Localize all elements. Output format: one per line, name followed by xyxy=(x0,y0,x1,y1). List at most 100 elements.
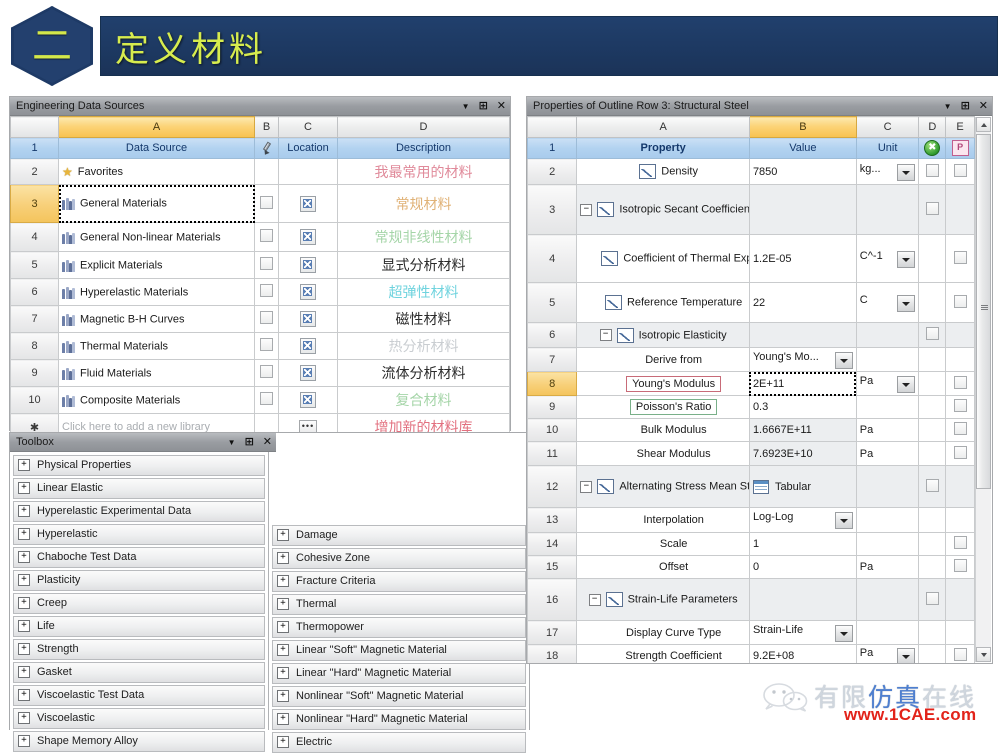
toolbox-item[interactable]: + Shape Memory Alloy xyxy=(13,731,265,752)
expand-plus-icon[interactable]: + xyxy=(277,667,289,680)
value-cell[interactable]: 0.3 xyxy=(748,395,857,419)
data-source-checkbox-cell[interactable] xyxy=(254,184,279,223)
column-header-corner[interactable] xyxy=(527,116,578,138)
pin-icon[interactable]: ⊞ xyxy=(961,97,970,115)
expand-plus-icon[interactable]: + xyxy=(18,482,30,495)
unit-cell[interactable] xyxy=(855,395,920,419)
property-cell[interactable]: − Strain-Life Parameters xyxy=(576,578,750,621)
parameter-cell[interactable] xyxy=(945,465,975,508)
property-cell[interactable]: Shear Modulus xyxy=(576,441,750,466)
expand-plus-icon[interactable]: + xyxy=(277,713,289,726)
excel-cell[interactable] xyxy=(918,347,947,372)
header-property[interactable]: Property xyxy=(576,137,750,159)
parameter-cell[interactable] xyxy=(945,347,975,372)
table-row[interactable]: 16− Strain-Life Parameters xyxy=(527,578,975,621)
table-row[interactable]: 3 General Materials 常规材料 xyxy=(10,184,510,223)
parameter-checkbox[interactable] xyxy=(953,536,967,549)
toolbox-item[interactable]: + Plasticity xyxy=(13,570,265,591)
parameter-cell[interactable] xyxy=(945,395,975,419)
toolbox-item[interactable]: + Gasket xyxy=(13,662,265,683)
value-cell[interactable]: 9.2E+08 xyxy=(748,644,857,663)
data-source-location[interactable] xyxy=(278,305,338,333)
data-source-checkbox-cell[interactable] xyxy=(254,305,279,333)
parameter-cell[interactable] xyxy=(945,644,975,663)
excel-file-icon[interactable] xyxy=(300,311,316,327)
toolbox-item[interactable]: + Damage xyxy=(272,525,526,546)
excel-cell[interactable] xyxy=(918,371,947,396)
scroll-down-button[interactable] xyxy=(976,647,991,662)
value-cell[interactable]: Strain-Life xyxy=(748,620,857,645)
data-source-location[interactable] xyxy=(278,184,338,223)
unit-cell[interactable]: C^-1 xyxy=(855,234,920,283)
excel-cell[interactable] xyxy=(918,555,947,579)
parameter-checkbox[interactable] xyxy=(953,399,967,412)
collapse-expander[interactable]: − xyxy=(588,593,601,606)
brand-url[interactable]: www.1CAE.com xyxy=(844,705,976,725)
unit-cell[interactable]: Pa xyxy=(855,644,920,663)
column-header-B[interactable]: B xyxy=(748,116,857,138)
chevron-down-icon[interactable]: ▼ xyxy=(228,434,236,451)
parameter-checkbox[interactable] xyxy=(953,648,967,661)
header-value[interactable]: Value xyxy=(748,137,857,159)
parameter-icon[interactable]: P xyxy=(951,140,969,156)
toolbox-item[interactable]: + Chaboche Test Data xyxy=(13,547,265,568)
excel-cell[interactable] xyxy=(918,418,947,442)
excel-cell[interactable] xyxy=(918,465,947,508)
close-icon[interactable]: ✕ xyxy=(979,97,988,115)
header-data-source[interactable]: Data Source xyxy=(58,137,255,159)
data-source-name[interactable]: General Non-linear Materials xyxy=(58,222,255,252)
toolbox-item[interactable]: + Fracture Criteria xyxy=(272,571,526,592)
unit-cell[interactable]: Pa xyxy=(855,371,920,396)
property-cell[interactable]: − Isotropic Secant Coefficient of Thermal… xyxy=(576,184,750,235)
table-row[interactable]: 4 General Non-linear Materials 常规非线性材料 xyxy=(10,222,510,252)
header-excel[interactable]: ✖ xyxy=(918,137,947,159)
property-cell[interactable]: − Alternating Stress Mean Stress xyxy=(576,465,750,508)
expand-plus-icon[interactable]: + xyxy=(18,712,30,725)
chevron-down-icon[interactable]: ▼ xyxy=(462,98,470,115)
table-row[interactable]: 14 Scale 1 xyxy=(527,532,975,556)
value-cell[interactable]: Tabular xyxy=(748,465,857,508)
data-source-location[interactable] xyxy=(278,158,338,185)
pin-icon[interactable]: ⊞ xyxy=(245,433,254,451)
excel-cell[interactable] xyxy=(918,441,947,466)
value-cell[interactable]: Log-Log xyxy=(748,507,857,533)
value-cell[interactable]: 7850 xyxy=(748,158,857,185)
property-cell[interactable]: − Isotropic Elasticity xyxy=(576,322,750,348)
expand-plus-icon[interactable]: + xyxy=(277,575,289,588)
parameter-cell[interactable] xyxy=(945,578,975,621)
property-cell[interactable]: Scale xyxy=(576,532,750,556)
excel-export-icon[interactable]: ✖ xyxy=(924,140,941,156)
parameter-cell[interactable] xyxy=(945,532,975,556)
collapse-expander[interactable]: − xyxy=(580,203,593,216)
parameter-checkbox[interactable] xyxy=(953,294,967,308)
expand-plus-icon[interactable]: + xyxy=(18,528,30,541)
value-cell[interactable]: 22 xyxy=(748,282,857,323)
excel-cell[interactable] xyxy=(918,620,947,645)
value-cell[interactable] xyxy=(748,322,857,348)
expand-plus-icon[interactable]: + xyxy=(18,735,30,748)
expand-plus-icon[interactable]: + xyxy=(18,620,30,633)
value-cell[interactable] xyxy=(748,578,857,621)
expand-plus-icon[interactable]: + xyxy=(277,690,289,703)
pin-icon[interactable]: ⊞ xyxy=(479,97,488,115)
value-cell[interactable]: Young's Mo... xyxy=(748,347,857,372)
excel-cell[interactable] xyxy=(918,644,947,663)
data-source-location[interactable] xyxy=(278,386,338,414)
expand-plus-icon[interactable]: + xyxy=(277,598,289,611)
parameter-cell[interactable] xyxy=(945,322,975,348)
header-unit[interactable]: Unit xyxy=(855,137,920,159)
unit-cell[interactable]: kg... xyxy=(855,158,920,185)
toolbox-item[interactable]: + Strength xyxy=(13,639,265,660)
property-cell[interactable]: Reference Temperature xyxy=(576,282,750,323)
toolbox-item[interactable]: + Linear "Hard" Magnetic Material xyxy=(272,663,526,684)
data-source-name[interactable]: Explicit Materials xyxy=(58,251,255,279)
close-icon[interactable]: ✕ xyxy=(263,433,272,451)
toolbox-item[interactable]: + Thermal xyxy=(272,594,526,615)
parameter-cell[interactable] xyxy=(945,371,975,396)
unit-cell[interactable]: C xyxy=(855,282,920,323)
table-row[interactable]: 18 Strength Coefficient 9.2E+08 Pa xyxy=(527,644,975,663)
data-source-name[interactable]: Magnetic B-H Curves xyxy=(58,305,255,333)
parameter-checkbox[interactable] xyxy=(953,163,967,177)
parameter-cell[interactable] xyxy=(945,620,975,645)
unit-cell[interactable] xyxy=(855,184,920,235)
